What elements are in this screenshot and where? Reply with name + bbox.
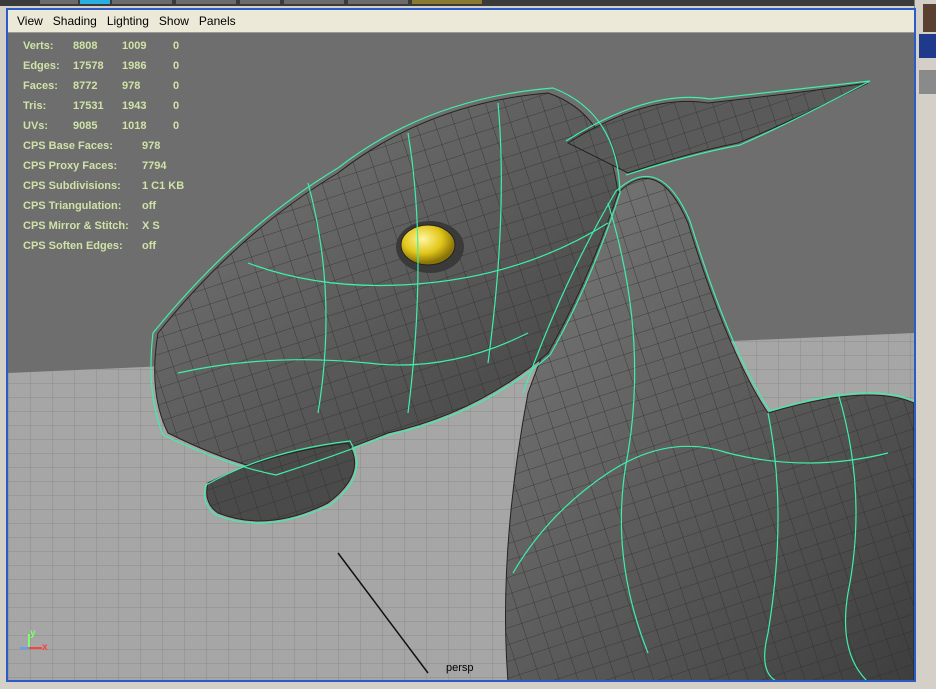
hud-value: 1986 [122,60,147,72]
hud-label: CPS Subdivisions: [23,180,121,192]
hud-value: 8772 [73,80,98,92]
top-strip-segment [176,0,236,4]
goat-eye [400,224,456,266]
top-strip-segment [348,0,408,4]
tool-button[interactable] [919,34,936,58]
hud-value: 1018 [122,120,147,132]
hud-value: 8808 [73,40,98,52]
hud-label: CPS Base Faces: [23,140,113,152]
3d-viewport[interactable]: Verts: 8808 1009 0 Edges: 17578 1986 0 F… [8,33,914,680]
hud-value: off [142,200,157,212]
axis-x-label: x [42,642,48,653]
hud-value: 0 [173,60,180,72]
camera-label: persp [446,662,474,674]
top-strip-segment [240,0,280,4]
hud-value: 0 [173,40,180,52]
menu-show[interactable]: Show [154,14,194,28]
hud-value: 7794 [142,160,167,172]
top-window-strip [0,0,936,6]
axis-z-line [20,647,29,649]
hud-value: 17578 [73,60,104,72]
hud-value: 0 [173,80,180,92]
hud-label: CPS Proxy Faces: [23,160,118,172]
menu-panels[interactable]: Panels [194,14,241,28]
top-strip-segment [412,0,482,4]
hud-label: CPS Mirror & Stitch: [23,220,129,232]
menu-view[interactable]: View [12,14,48,28]
hud-value: off [142,240,157,252]
hud-value: 1943 [122,100,147,112]
panel-menubar: View Shading Lighting Show Panels [8,10,914,33]
hud-value: 0 [173,120,180,132]
hud-value: 1009 [122,40,147,52]
top-strip-segment [284,0,344,4]
hud-value: 0 [173,100,180,112]
hud-label: Edges: [23,60,60,72]
top-strip-segment [40,0,78,4]
thumbnail-icon [923,4,936,32]
top-strip-segment [80,0,110,4]
hud-value: 17531 [73,100,104,112]
hud-label: CPS Triangulation: [23,200,122,212]
axis-y-label: y [30,628,36,639]
hud-value: 978 [122,80,141,92]
adjacent-window-edge [914,0,936,140]
axis-x-line [28,647,42,649]
hud-value: X S [142,220,160,232]
hud-label: UVs: [23,120,49,132]
hud-value: 978 [142,140,161,152]
tool-button[interactable] [919,70,936,94]
hud-label: Tris: [23,100,47,112]
menu-shading[interactable]: Shading [48,14,102,28]
hud-value: 1 C1 KB [142,180,185,192]
top-strip-segment [112,0,172,4]
view-axis-gizmo: y x [16,628,50,658]
menu-lighting[interactable]: Lighting [102,14,154,28]
perspective-panel: View Shading Lighting Show Panels Verts:… [6,8,916,682]
hud-label: Faces: [23,80,58,92]
hud-label: CPS Soften Edges: [23,240,123,252]
hud-label: Verts: [23,40,54,52]
hud-value: 9085 [73,120,98,132]
